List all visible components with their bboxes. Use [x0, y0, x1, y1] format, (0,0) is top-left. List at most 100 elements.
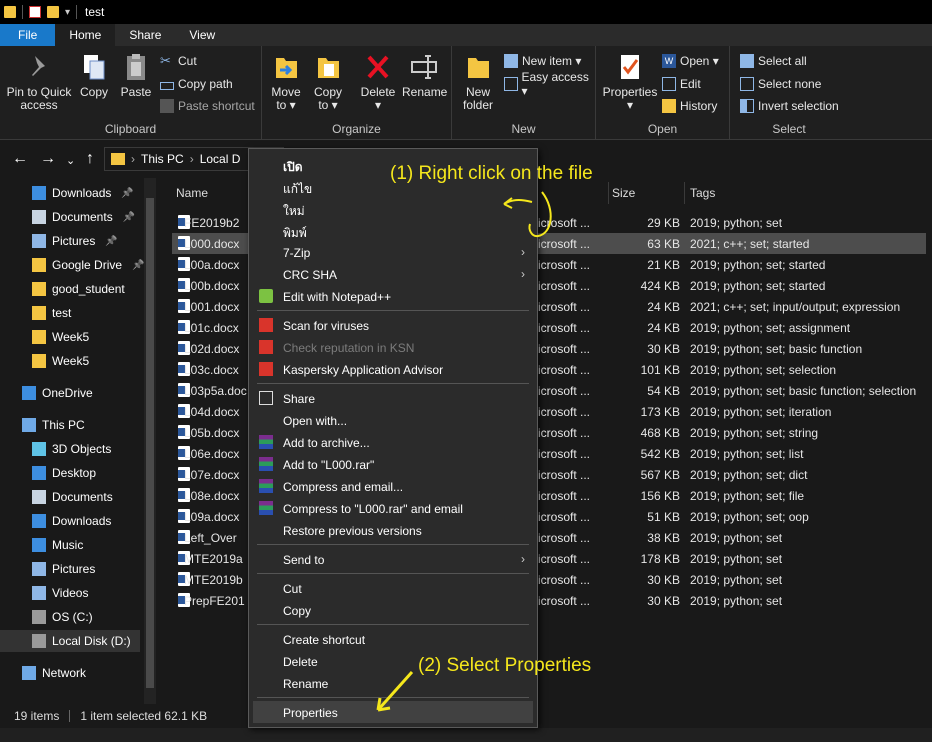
- menu-item-add-to-l000-rar[interactable]: Add to "L000.rar": [253, 453, 533, 475]
- pin-to-quick-access-button[interactable]: Pin to Quick access: [6, 52, 72, 112]
- column-divider[interactable]: [684, 182, 685, 204]
- file-size: 30 KB: [647, 342, 680, 356]
- file-tags: 2019; python; set; string: [690, 426, 819, 440]
- tab-view[interactable]: View: [175, 24, 229, 46]
- properties-label-2: ▾: [626, 98, 634, 112]
- file-type: icrosoft ...: [538, 405, 591, 419]
- history-button[interactable]: History: [662, 97, 717, 115]
- rename-button[interactable]: Rename: [402, 52, 447, 99]
- menu-item-scan-for-viruses[interactable]: Scan for viruses: [253, 314, 533, 336]
- menu-item-label: Edit with Notepad++: [283, 290, 392, 304]
- file-name: L000.docx: [184, 237, 240, 251]
- back-arrow-icon[interactable]: ←: [12, 151, 28, 167]
- open-button[interactable]: W Open ▾: [662, 52, 719, 70]
- share-icon: [259, 391, 273, 405]
- new-folder-button[interactable]: New folder: [460, 52, 496, 112]
- delete-button[interactable]: Delete ▾: [358, 52, 398, 112]
- copy-path-button[interactable]: Copy path: [160, 75, 233, 93]
- menu-item-item-2[interactable]: ใหม่: [253, 197, 533, 219]
- nav-item-test[interactable]: test: [0, 302, 71, 324]
- nav-item-onedrive[interactable]: OneDrive: [0, 382, 93, 404]
- menu-item-compress-and-email[interactable]: Compress and email...: [253, 475, 533, 497]
- cut-button[interactable]: ✂ Cut: [160, 52, 197, 70]
- drive-icon: [32, 634, 46, 648]
- new-folder-icon[interactable]: [47, 6, 59, 18]
- videos-icon: [32, 586, 46, 600]
- menu-item-label: 7-Zip: [283, 246, 311, 260]
- invert-selection-button[interactable]: Invert selection: [740, 97, 839, 115]
- nav-item-music[interactable]: Music: [0, 534, 83, 556]
- menu-item-item-3[interactable]: พิมพ์: [253, 219, 533, 241]
- file-size: 30 KB: [647, 594, 680, 608]
- column-header-name[interactable]: Name: [176, 186, 208, 200]
- nav-item-google-drive[interactable]: Google Drive 📌: [0, 254, 144, 276]
- nav-item-label: Documents: [52, 490, 113, 504]
- pin-icon: 📌: [105, 235, 118, 247]
- nav-item-week5[interactable]: Week5: [0, 350, 89, 372]
- breadcrumb-this-pc[interactable]: This PC: [141, 152, 184, 166]
- up-arrow-icon[interactable]: ↑: [86, 151, 94, 167]
- menu-item-open-with[interactable]: Open with...: [253, 409, 533, 431]
- file-tags: 2019; python; set; file: [690, 489, 805, 503]
- menu-item-add-to-archive[interactable]: Add to archive...: [253, 431, 533, 453]
- nav-item-this-pc[interactable]: This PC: [0, 414, 85, 436]
- nav-item-documents[interactable]: Documents: [0, 486, 113, 508]
- select-none-button[interactable]: Select none: [740, 75, 821, 93]
- column-header-tags[interactable]: Tags: [690, 186, 715, 200]
- folder-icon[interactable]: [4, 6, 16, 18]
- new-item-button[interactable]: New item ▾: [504, 52, 581, 70]
- menu-item-copy[interactable]: Copy: [253, 599, 533, 621]
- move-to-button[interactable]: Move to ▾: [268, 52, 304, 112]
- tab-file[interactable]: File: [0, 24, 56, 46]
- menu-item-7-zip[interactable]: 7-Zip ›: [253, 241, 533, 263]
- submenu-chevron-icon: ›: [521, 267, 525, 281]
- easy-access-button[interactable]: Easy access ▾: [504, 70, 595, 98]
- nav-item-downloads[interactable]: Downloads: [0, 510, 111, 532]
- properties-ribbon-button[interactable]: Properties ▾: [602, 52, 658, 112]
- menu-item-share[interactable]: Share: [253, 387, 533, 409]
- quick-access-dropdown-icon[interactable]: ▾: [65, 7, 70, 18]
- recent-locations-chevron-icon[interactable]: ⌄: [66, 153, 75, 169]
- nav-item-downloads[interactable]: Downloads 📌: [0, 182, 134, 204]
- copy-button[interactable]: Copy: [76, 52, 112, 99]
- tab-home[interactable]: Home: [55, 24, 116, 46]
- forward-arrow-icon[interactable]: →: [40, 151, 56, 167]
- nav-scrollbar[interactable]: [144, 178, 156, 704]
- menu-item-kaspersky-application-advisor[interactable]: Kaspersky Application Advisor: [253, 358, 533, 380]
- nav-item-videos[interactable]: Videos: [0, 582, 88, 604]
- menu-item-edit-with-notepad[interactable]: Edit with Notepad++: [253, 285, 533, 307]
- copy-to-button[interactable]: Copy to ▾: [310, 52, 346, 112]
- nav-item-pictures[interactable]: Pictures 📌: [0, 230, 118, 252]
- column-divider[interactable]: [608, 182, 609, 204]
- folder-icon: [32, 282, 46, 296]
- tab-share[interactable]: Share: [115, 24, 175, 46]
- nav-item-os-c[interactable]: OS (C:): [0, 606, 93, 628]
- paste-button[interactable]: Paste: [116, 52, 156, 99]
- menu-item-crc-sha[interactable]: CRC SHA ›: [253, 263, 533, 285]
- menu-item-label: Compress and email...: [283, 480, 404, 494]
- menu-item-restore-previous-versions[interactable]: Restore previous versions: [253, 519, 533, 541]
- menu-item-compress-to-l000-rar-and-email[interactable]: Compress to "L000.rar" and email: [253, 497, 533, 519]
- nav-item-week5[interactable]: Week5: [0, 326, 89, 348]
- menu-separator: [257, 544, 529, 545]
- select-all-button[interactable]: Select all: [740, 52, 807, 70]
- file-size: 156 KB: [640, 489, 680, 503]
- nav-item-local-disk-d[interactable]: Local Disk (D:): [0, 630, 140, 652]
- nav-item-network[interactable]: Network: [0, 662, 86, 684]
- menu-item-create-shortcut[interactable]: Create shortcut: [253, 628, 533, 650]
- breadcrumb-local-disk[interactable]: Local D: [200, 152, 241, 166]
- nav-item-pictures[interactable]: Pictures: [0, 558, 95, 580]
- nav-item-good-student[interactable]: good_student: [0, 278, 125, 300]
- edit-button[interactable]: Edit: [662, 75, 701, 93]
- menu-item-cut[interactable]: Cut: [253, 577, 533, 599]
- file-type: icrosoft ...: [538, 300, 591, 314]
- nav-item-documents[interactable]: Documents 📌: [0, 206, 135, 228]
- column-header-size[interactable]: Size: [612, 186, 635, 200]
- menu-item-send-to[interactable]: Send to ›: [253, 548, 533, 570]
- nav-item-3d-objects[interactable]: 3D Objects: [0, 438, 111, 460]
- paste-shortcut-button[interactable]: Paste shortcut: [160, 97, 255, 115]
- properties-check-icon[interactable]: [29, 6, 41, 18]
- nav-item-desktop[interactable]: Desktop: [0, 462, 96, 484]
- annotation-arrow-2: [376, 670, 414, 712]
- nav-scrollbar-thumb[interactable]: [146, 198, 154, 688]
